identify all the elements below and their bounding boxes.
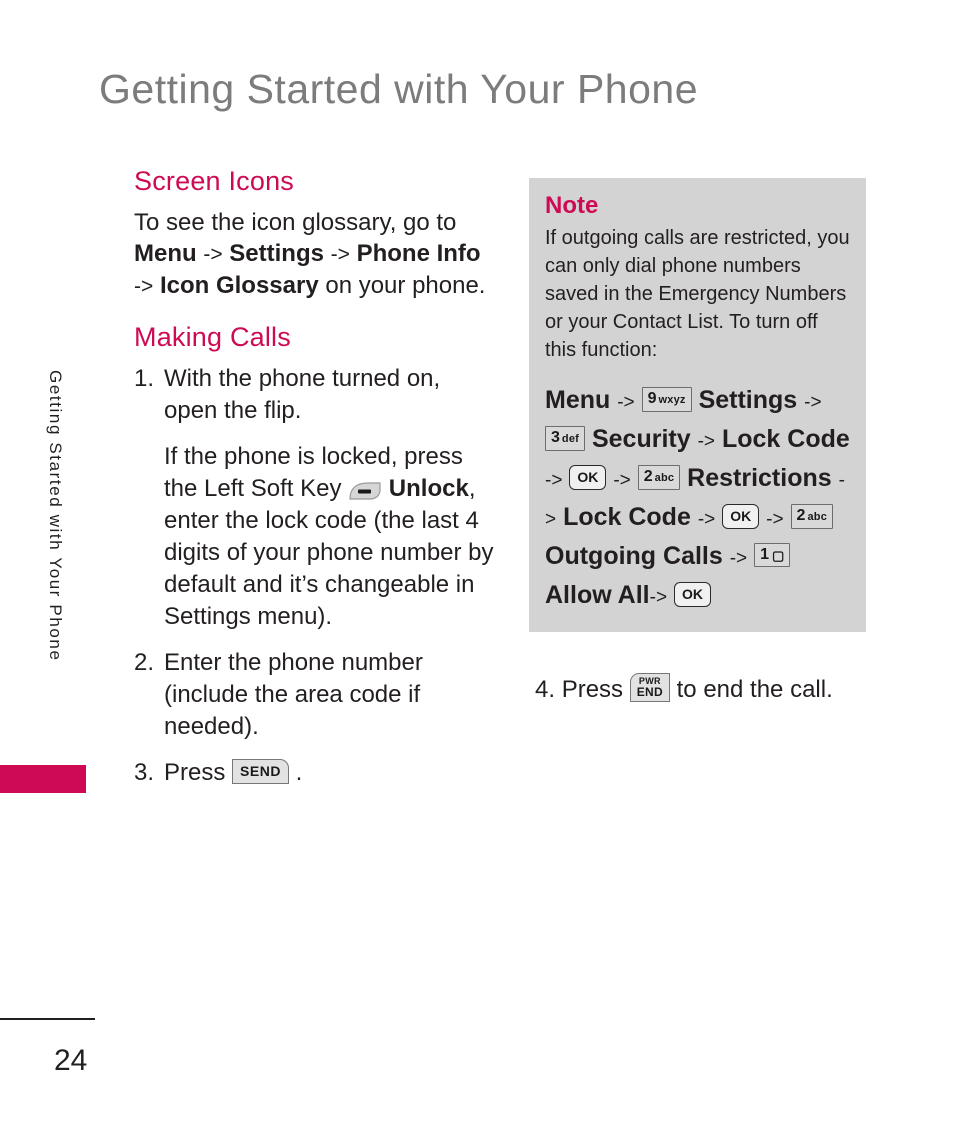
seq-settings: Settings [698, 386, 798, 414]
note-body-text: If outgoing calls are restricted, you ca… [545, 227, 850, 361]
seq-arrow-4: -> [545, 470, 563, 491]
step-4-text-after: to end the call. [676, 676, 833, 703]
seq-arrow-8: -> [766, 509, 784, 530]
note-title: Note [545, 192, 599, 219]
send-key-icon: SEND [232, 759, 289, 785]
key-ok-icon-1: OK [569, 464, 607, 490]
list-item-step-4: 4. Press PWR END to end the call. [535, 673, 874, 706]
seq-outgoing-calls: Outgoing Calls [545, 542, 723, 570]
key-1-voicemail-icon: 1 ▢ [754, 543, 791, 568]
vertical-chapter-tab-label: Getting Started with Your Phone [46, 370, 65, 662]
seq-arrow-5: -> [613, 470, 631, 491]
key-2-letters-1: abc [654, 471, 675, 484]
seq-arrow-1: -> [617, 392, 635, 413]
footer-divider [0, 1018, 95, 1020]
step-4-number: 4. [535, 676, 556, 703]
screen-icons-paragraph: To see the icon glossary, go to Menu -> … [134, 207, 494, 302]
seq-lock-code-2: Lock Code [563, 503, 691, 531]
key-2-abc-icon-1: 2 abc [637, 464, 681, 490]
unlock-label: Unlock [388, 475, 469, 502]
settings-label: Settings [229, 240, 324, 267]
screen-icons-tail: on your phone. [325, 272, 486, 299]
arrow-1: -> [203, 243, 223, 266]
seq-menu: Menu [545, 386, 611, 414]
icon-glossary-label: Icon Glossary [159, 272, 319, 299]
key-3-def-icon: 3 def [545, 425, 586, 451]
key-9-digit: 9 [647, 389, 657, 407]
seq-arrow-2: -> [804, 392, 822, 413]
menu-label: Menu [134, 240, 197, 267]
key-9-wxyz-icon: 9 wxyz [641, 386, 692, 412]
key-2-abc-icon-2: 2 abc [790, 503, 834, 529]
key-ok-icon-2: OK [722, 503, 760, 529]
step-4-text-before: Press [561, 676, 624, 703]
seq-restrictions: Restrictions [687, 464, 832, 492]
screen-icons-line1: To see the icon glossary, go to [134, 209, 457, 236]
step-1-text: With the phone turned on, open the flip. [164, 365, 441, 424]
key-2-digit-2: 2 [796, 506, 806, 524]
step-3-text-before: Press [164, 759, 226, 786]
arrow-2: -> [330, 243, 350, 266]
end-label: END [636, 685, 663, 700]
step-3-number: 3. [134, 759, 155, 786]
arrow-3: -> [134, 275, 154, 298]
seq-arrow-10: -> [649, 587, 668, 608]
pwr-end-key-icon: PWR END [629, 673, 670, 703]
step-2-number: 2. [134, 649, 155, 676]
manual-page: Getting Started with Your Phone Getting … [0, 0, 954, 1145]
section-heading-screen-icons: Screen Icons [134, 166, 294, 196]
key-2-digit-1: 2 [643, 467, 653, 485]
key-ok-icon-3: OK [674, 581, 712, 607]
key-3-letters: def [561, 432, 580, 445]
list-item-step-2: 2. Enter the phone number (include the a… [134, 647, 494, 743]
list-item-step-3: 3. Press SEND . [134, 757, 494, 789]
seq-allow-all: Allow All [545, 581, 650, 609]
chapter-color-tab [0, 765, 86, 793]
page-number: 24 [54, 1044, 88, 1077]
step-1-number: 1. [134, 365, 155, 392]
key-2-letters-2: abc [807, 510, 828, 523]
right-column: Note If outgoing calls are restricted, y… [529, 178, 874, 706]
phone-info-label: Phone Info [356, 240, 481, 267]
left-column: Screen Icons To see the icon glossary, g… [134, 166, 494, 803]
voicemail-glyph: ▢ [772, 548, 785, 564]
left-soft-key-icon [348, 478, 382, 500]
note-key-sequence: Menu -> 9 wxyz Settings -> 3 def Security … [545, 382, 850, 616]
key-3-digit: 3 [551, 428, 560, 446]
list-item-step-1: 1. With the phone turned on, open the fl… [134, 363, 494, 633]
seq-arrow-3: -> [697, 431, 716, 452]
seq-arrow-9: -> [729, 548, 748, 569]
key-9-letters: wxyz [658, 393, 686, 406]
step-3-text-after: . [295, 759, 303, 786]
step-2-text: Enter the phone number (include the area… [164, 649, 423, 740]
seq-lock-code-1: Lock Code [721, 425, 850, 453]
seq-security: Security [591, 425, 691, 453]
page-title: Getting Started with Your Phone [99, 66, 699, 112]
key-1-digit: 1 [760, 546, 770, 564]
seq-arrow-7: -> [697, 509, 716, 530]
section-heading-making-calls: Making Calls [134, 322, 291, 352]
note-box: Note If outgoing calls are restricted, y… [529, 178, 866, 632]
making-calls-steps: 1. With the phone turned on, open the fl… [134, 363, 494, 789]
step-1-substep: If the phone is locked, press the Left S… [164, 441, 494, 633]
